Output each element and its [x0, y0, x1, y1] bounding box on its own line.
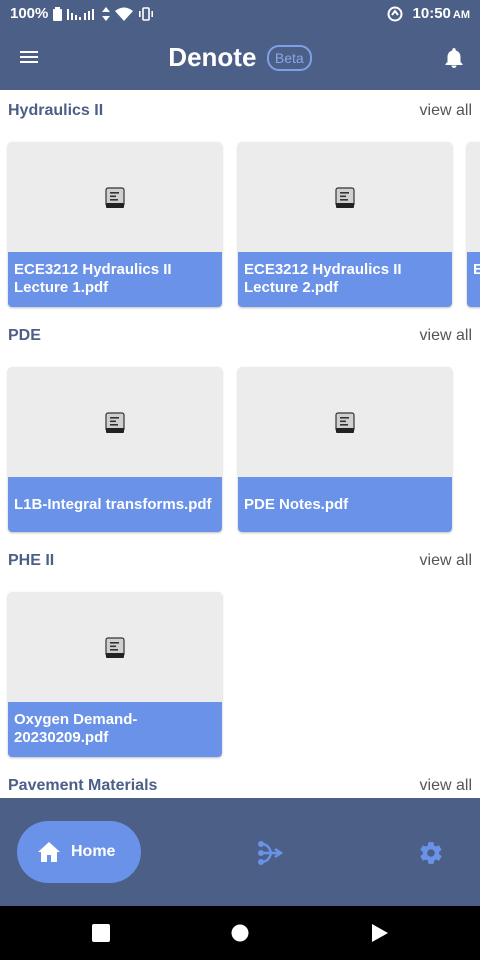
notification-bell-icon[interactable]	[442, 46, 466, 70]
section-header: PHE II view all	[8, 548, 472, 572]
status-bar: 100% 10:50 AM	[0, 0, 480, 28]
document-icon	[105, 187, 125, 208]
section-title: PHE II	[8, 552, 55, 569]
section-header: Pavement Materials view all	[8, 773, 472, 797]
file-thumbnail	[238, 142, 452, 252]
data-saver-icon	[387, 6, 403, 21]
file-name: ECE3212 Hydraulics II Lecture 1.pdf	[8, 252, 222, 307]
file-thumbnail	[238, 367, 452, 477]
section-title: Pavement Materials	[8, 777, 158, 794]
app-title-text: Denote	[168, 42, 257, 72]
file-card[interactable]: PDE Notes.pdf	[238, 367, 452, 532]
section-header: PDE view all	[8, 323, 472, 347]
home-icon	[38, 842, 60, 862]
file-name: Oxygen Demand-20230209.pdf	[8, 702, 222, 757]
document-icon	[335, 187, 355, 208]
view-all-link[interactable]: view all	[420, 102, 472, 120]
file-card[interactable]: Oxygen Demand-20230209.pdf	[8, 592, 222, 757]
file-name: ECE3212 Hydraulics II Lecture 2.pdf	[238, 252, 452, 307]
section-header: Hydraulics II view all	[8, 98, 472, 122]
beta-badge: Beta	[266, 44, 312, 71]
section-title: Hydraulics II	[8, 102, 104, 119]
nav-home-label: Home	[71, 843, 116, 860]
file-name: L1B-Integral transforms.pdf	[8, 477, 222, 532]
file-card[interactable]: ECE3212 Hydraulics II Lecture 1.pdf	[8, 142, 222, 307]
section-title: PDE	[8, 327, 41, 344]
battery-percentage: 100%	[10, 5, 49, 22]
document-icon	[105, 637, 125, 658]
vibrate-icon	[139, 6, 154, 21]
wifi-icon	[115, 7, 134, 21]
recents-square-icon[interactable]	[92, 924, 110, 942]
collections-list[interactable]: Hydraulics II view all ECE3212 Hydraulic…	[0, 90, 480, 798]
view-all-link[interactable]: view all	[420, 327, 472, 345]
file-card[interactable]: L1B-Integral transforms.pdf	[8, 367, 222, 532]
status-time: 10:50 AM	[412, 5, 470, 22]
settings-gear-icon[interactable]	[418, 840, 444, 866]
app-bar: Denote Beta	[0, 28, 480, 90]
back-triangle-icon[interactable]	[371, 924, 389, 942]
share-graph-icon[interactable]	[257, 840, 283, 866]
file-thumbnail	[8, 592, 222, 702]
view-all-link[interactable]: view all	[420, 552, 472, 570]
data-arrows-icon	[102, 6, 111, 21]
file-name: PDE Notes.pdf	[238, 477, 452, 532]
document-icon	[105, 412, 125, 433]
nav-home-button[interactable]: Home	[17, 821, 141, 883]
file-name: E L	[467, 252, 480, 307]
document-icon	[335, 412, 355, 433]
view-all-link[interactable]: view all	[420, 777, 472, 795]
home-circle-icon[interactable]	[231, 924, 249, 942]
system-navigation-bar	[0, 906, 480, 960]
signal-icon	[67, 8, 95, 20]
app-title: Denote Beta	[0, 42, 480, 73]
file-card[interactable]: ECE3212 Hydraulics II Lecture 2.pdf	[238, 142, 452, 307]
file-thumbnail	[8, 367, 222, 477]
file-thumbnail	[467, 142, 480, 252]
file-thumbnail	[8, 142, 222, 252]
file-card[interactable]: E L	[467, 142, 480, 307]
battery-icon	[53, 6, 63, 21]
bottom-navigation: Home	[0, 798, 480, 906]
